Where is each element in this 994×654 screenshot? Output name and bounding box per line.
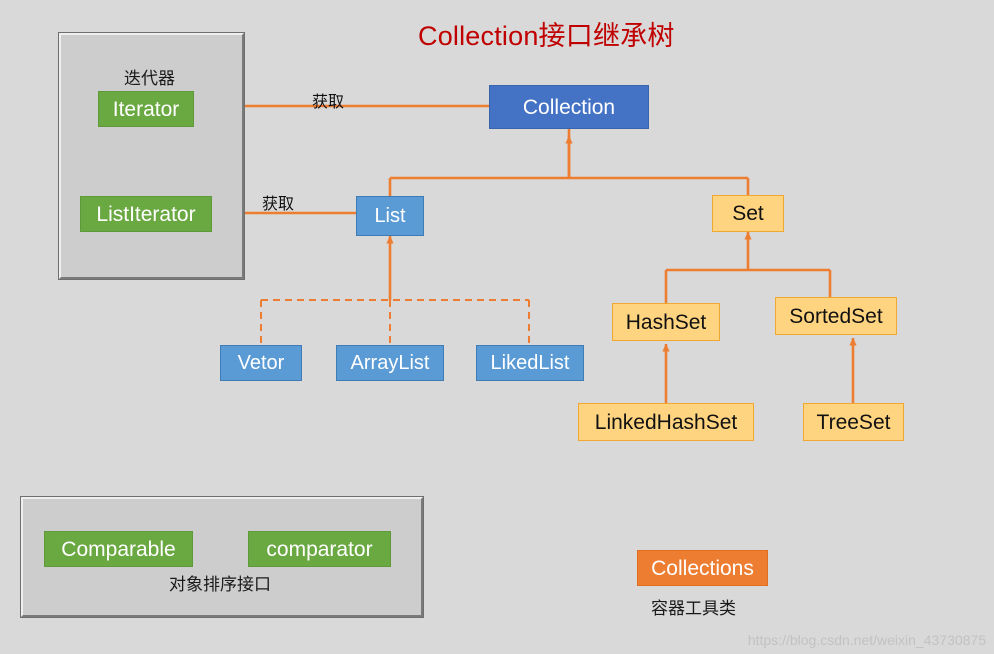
node-vetor[interactable]: Vetor: [220, 345, 302, 381]
node-iterator[interactable]: Iterator: [98, 91, 194, 127]
iterator-group-label: 迭代器: [124, 69, 175, 88]
node-linkedhashset[interactable]: LinkedHashSet: [578, 403, 754, 441]
node-comparable[interactable]: Comparable: [44, 531, 193, 567]
node-set[interactable]: Set: [712, 195, 784, 232]
node-likedlist[interactable]: LikedList: [476, 345, 584, 381]
node-comparator[interactable]: comparator: [248, 531, 391, 567]
node-collection[interactable]: Collection: [489, 85, 649, 129]
collections-caption: 容器工具类: [651, 599, 736, 618]
watermark: https://blog.csdn.net/weixin_43730875: [747, 632, 986, 648]
node-sortedset[interactable]: SortedSet: [775, 297, 897, 335]
node-arraylist[interactable]: ArrayList: [336, 345, 444, 381]
node-listiterator[interactable]: ListIterator: [80, 196, 212, 232]
page-title: Collection接口继承树: [418, 21, 675, 51]
node-collections[interactable]: Collections: [637, 550, 768, 586]
edge-label-list-to-listiterator: 获取: [262, 196, 295, 213]
comparator-group-caption: 对象排序接口: [169, 575, 271, 594]
node-list[interactable]: List: [356, 196, 424, 236]
node-hashset[interactable]: HashSet: [612, 303, 720, 341]
node-treeset[interactable]: TreeSet: [803, 403, 904, 441]
edge-label-collection-to-iterator: 获取: [312, 94, 345, 111]
diagram-canvas: Collection接口继承树 迭代器 Iterator ListIterato…: [0, 0, 994, 654]
